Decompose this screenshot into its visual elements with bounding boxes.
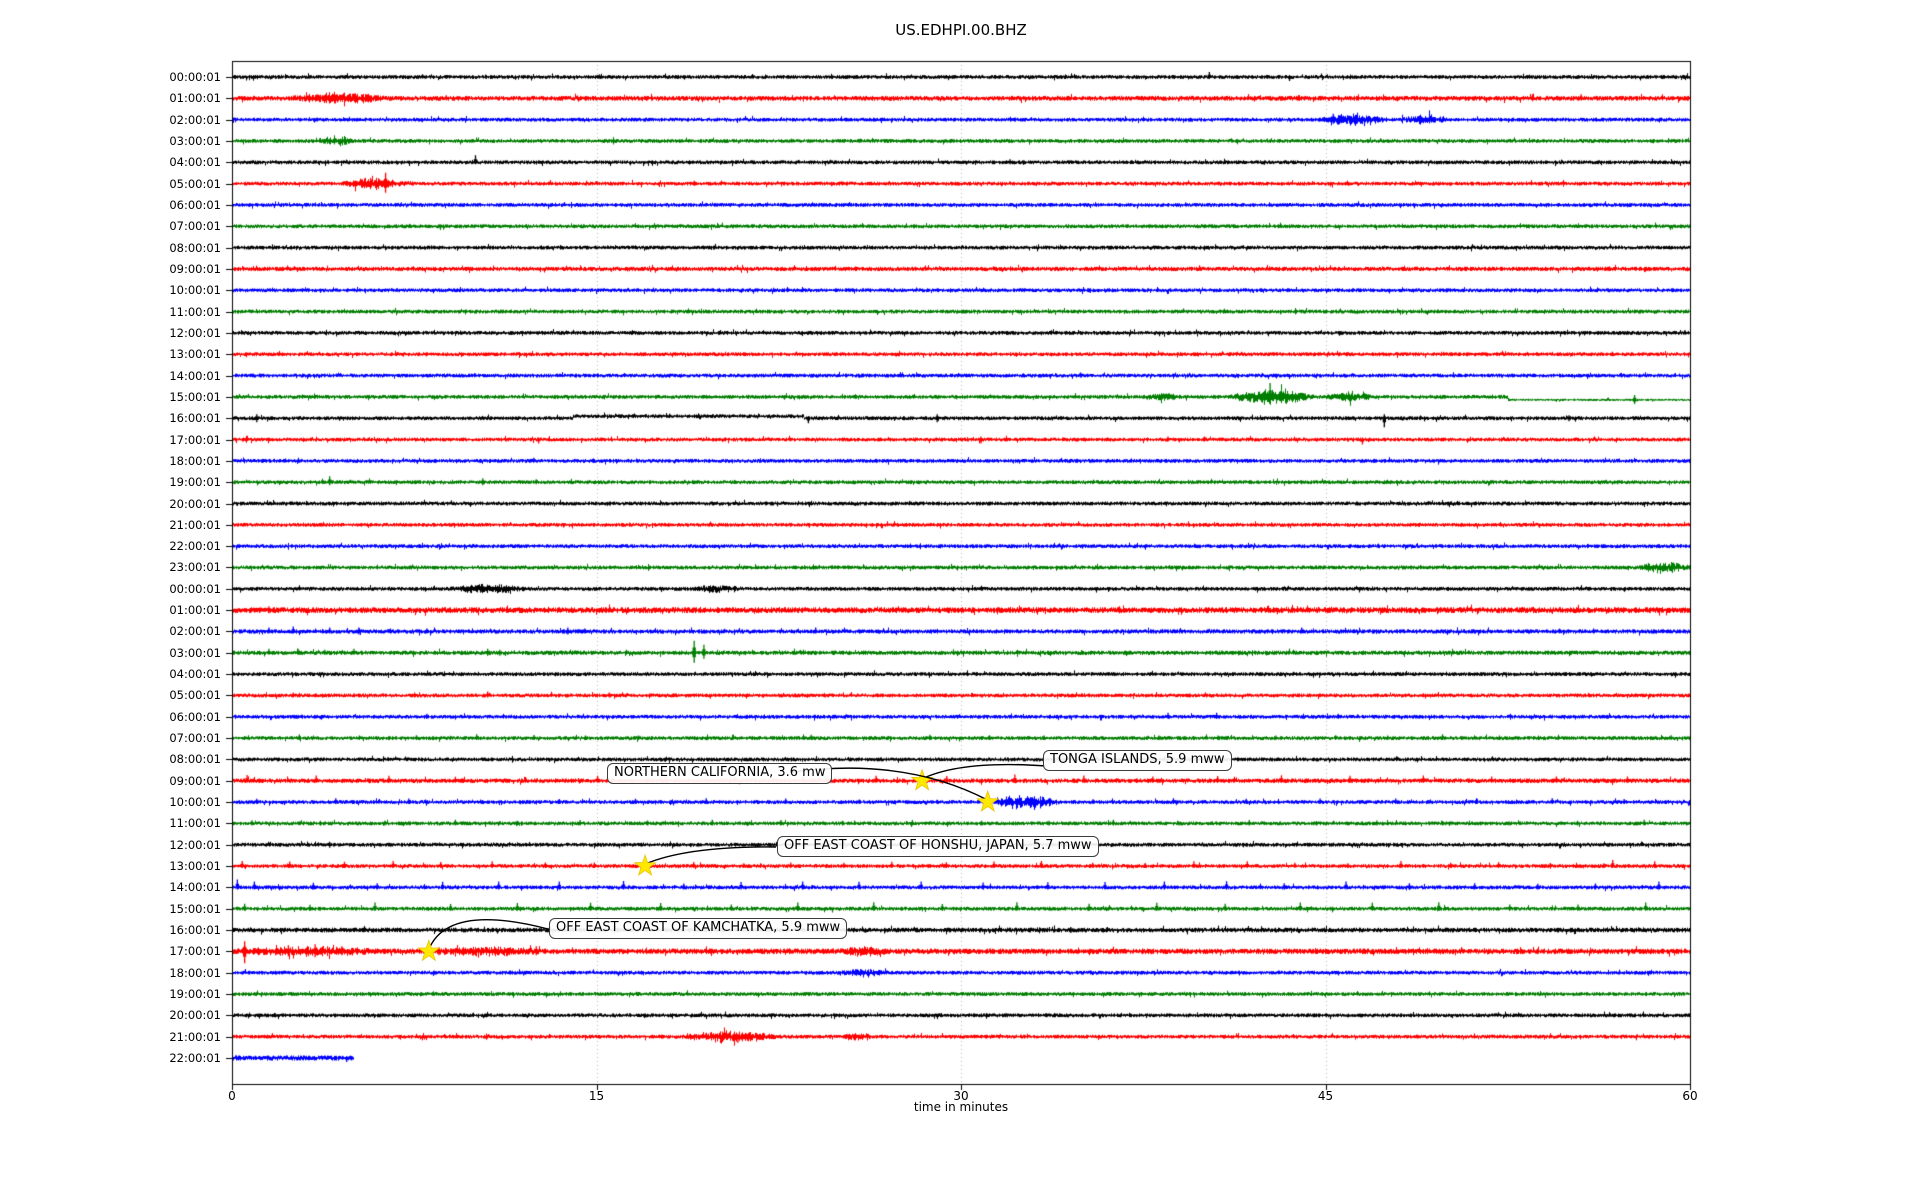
y-axis-label: 13:00:01 bbox=[169, 347, 221, 362]
seismogram-figure: US.EDHPI.00.BHZ 00:00:01 01:00:01 02:00:01… bbox=[0, 0, 1920, 1200]
x-axis-title: time in minutes bbox=[913, 1100, 1009, 1114]
y-axis-label: 10:00:01 bbox=[169, 283, 221, 298]
y-axis-label: 15:00:01 bbox=[169, 901, 221, 916]
y-axis-label: 11:00:01 bbox=[169, 816, 221, 831]
seismogram-trace-canvas bbox=[0, 0, 1920, 1200]
y-axis-label: 05:00:01 bbox=[169, 688, 221, 703]
event-label-box: OFF EAST COAST OF KAMCHATKA, 5.9 mww bbox=[549, 918, 848, 940]
y-axis-label: 23:00:01 bbox=[169, 560, 221, 575]
event-label-box: NORTHERN CALIFORNIA, 3.6 mw bbox=[607, 763, 833, 785]
y-axis-label: 13:00:01 bbox=[169, 859, 221, 874]
y-axis-label: 22:00:01 bbox=[169, 1050, 221, 1065]
y-axis-label: 09:00:01 bbox=[169, 261, 221, 276]
y-axis-label: 08:00:01 bbox=[169, 752, 221, 767]
y-axis-label: 08:00:01 bbox=[169, 240, 221, 255]
y-axis-label: 19:00:01 bbox=[169, 987, 221, 1002]
event-label-box: OFF EAST COAST OF HONSHU, JAPAN, 5.7 mww bbox=[777, 836, 1099, 858]
y-axis-label: 01:00:01 bbox=[169, 91, 221, 106]
y-axis-label: 17:00:01 bbox=[169, 944, 221, 959]
x-axis-tick-label: 0 bbox=[228, 1089, 236, 1103]
y-axis-label: 19:00:01 bbox=[169, 475, 221, 490]
y-axis-label: 11:00:01 bbox=[169, 304, 221, 319]
y-axis-label: 07:00:01 bbox=[169, 219, 221, 234]
y-axis-label: 21:00:01 bbox=[169, 1029, 221, 1044]
y-axis-label: 09:00:01 bbox=[169, 773, 221, 788]
y-axis-label: 03:00:01 bbox=[169, 645, 221, 660]
y-axis-label: 06:00:01 bbox=[169, 709, 221, 724]
y-axis-label: 16:00:01 bbox=[169, 411, 221, 426]
y-axis-label: 01:00:01 bbox=[169, 603, 221, 618]
y-axis-label: 02:00:01 bbox=[169, 112, 221, 127]
y-axis-label: 14:00:01 bbox=[169, 368, 221, 383]
y-axis-label: 04:00:01 bbox=[169, 667, 221, 682]
y-axis-label: 15:00:01 bbox=[169, 389, 221, 404]
x-axis-tick-label: 45 bbox=[1317, 1089, 1334, 1103]
y-axis-label: 21:00:01 bbox=[169, 517, 221, 532]
y-axis-label: 20:00:01 bbox=[169, 1008, 221, 1023]
y-axis-label: 14:00:01 bbox=[169, 880, 221, 895]
y-axis-label: 16:00:01 bbox=[169, 923, 221, 938]
y-axis-label: 12:00:01 bbox=[169, 837, 221, 852]
y-axis-label: 12:00:01 bbox=[169, 325, 221, 340]
y-axis-label: 20:00:01 bbox=[169, 496, 221, 511]
plot-title: US.EDHPI.00.BHZ bbox=[895, 21, 1027, 39]
y-axis-label: 00:00:01 bbox=[169, 70, 221, 84]
y-axis-label: 04:00:01 bbox=[169, 155, 221, 170]
x-axis-tick-label: 15 bbox=[588, 1089, 605, 1103]
y-axis-label: 02:00:01 bbox=[169, 624, 221, 639]
y-axis-label: 18:00:01 bbox=[169, 965, 221, 980]
y-axis-label: 00:00:01 bbox=[169, 581, 221, 596]
y-axis-label: 22:00:01 bbox=[169, 539, 221, 554]
event-label-box: TONGA ISLANDS, 5.9 mww bbox=[1043, 750, 1232, 772]
y-axis-label: 03:00:01 bbox=[169, 133, 221, 148]
y-axis-label: 07:00:01 bbox=[169, 731, 221, 746]
x-axis-tick-label: 60 bbox=[1682, 1089, 1698, 1103]
y-axis-label: 18:00:01 bbox=[169, 453, 221, 468]
y-axis-label: 06:00:01 bbox=[169, 197, 221, 212]
y-axis-label: 17:00:01 bbox=[169, 432, 221, 447]
y-axis-label: 10:00:01 bbox=[169, 795, 221, 810]
y-axis-label: 05:00:01 bbox=[169, 176, 221, 191]
